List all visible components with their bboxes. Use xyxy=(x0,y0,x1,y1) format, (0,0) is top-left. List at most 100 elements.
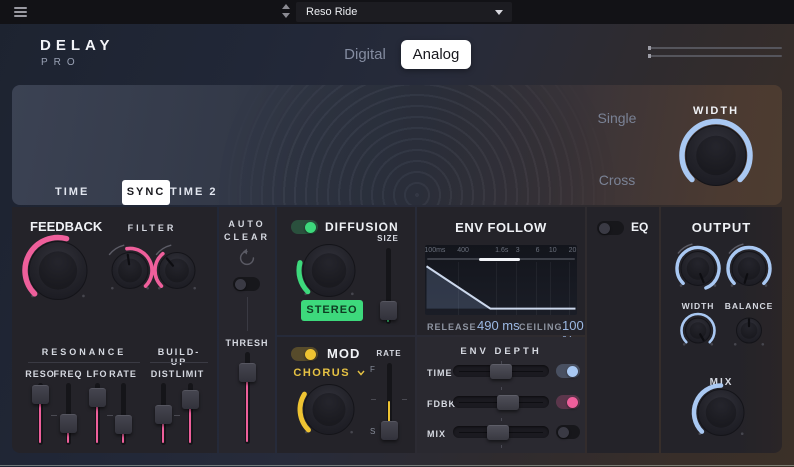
route-cross[interactable]: Cross xyxy=(587,172,647,188)
axis-tick-label: 400 xyxy=(457,247,469,254)
ceiling-label: CEILING xyxy=(519,322,563,332)
link-dash xyxy=(107,415,113,416)
mod-rate-label: RATE xyxy=(374,349,404,358)
refresh-icon[interactable] xyxy=(236,247,258,269)
feedback-knob[interactable] xyxy=(19,232,97,315)
limit-slider[interactable] xyxy=(181,383,199,445)
release-value[interactable]: 490 ms xyxy=(477,318,520,333)
autoclear-panel: AUTO CLEAR THRESH xyxy=(219,207,275,453)
output-mix-knob[interactable] xyxy=(688,380,754,451)
rate-slider[interactable] xyxy=(114,383,132,445)
output-panel: OUTPUT WIDTH BALANCE MIX xyxy=(661,207,782,453)
menu-icon[interactable] xyxy=(14,7,27,17)
env-axis: 100ms 400 1.6s 3 6 10 20 xyxy=(425,247,577,256)
axis-tick-label: 100ms xyxy=(425,247,445,254)
reso-slider[interactable] xyxy=(31,383,49,445)
limit-label: LIMIT xyxy=(172,369,208,379)
width-knob[interactable] xyxy=(676,116,756,201)
preset-name: Reso Ride xyxy=(306,6,357,18)
filter-title: FILTER xyxy=(112,223,192,233)
env-zoom-scrollbar[interactable] xyxy=(427,258,575,260)
thresh-label: THRESH xyxy=(219,338,275,348)
autoclear-title-2: CLEAR xyxy=(219,232,275,242)
stereo-badge[interactable]: STEREO xyxy=(301,300,363,321)
preset-next-icon[interactable] xyxy=(282,13,290,18)
preset-stepper xyxy=(282,4,292,20)
eq-toggle[interactable] xyxy=(597,221,624,235)
lfo-slider[interactable] xyxy=(88,383,106,445)
mode-analog-button[interactable]: Analog xyxy=(401,40,471,69)
tab-time[interactable]: TIME xyxy=(55,186,89,198)
titlebar: Reso Ride xyxy=(0,0,794,24)
mod-depth-knob[interactable] xyxy=(294,375,364,450)
axis-tick-label: 1.6s xyxy=(495,247,508,254)
env-zoom-handle[interactable] xyxy=(479,258,520,261)
diffusion-title: DIFFUSION xyxy=(325,220,399,234)
logo-delay: DELAY xyxy=(40,37,114,54)
env-mix-toggle[interactable] xyxy=(556,425,580,439)
env-time-toggle[interactable] xyxy=(556,364,580,378)
env-mix-slider[interactable] xyxy=(453,425,549,439)
divider xyxy=(247,297,248,331)
freq-slider[interactable] xyxy=(59,383,77,445)
divider xyxy=(150,362,208,363)
env-follow-panel: ENV FOLLOW 100ms 400 1.6s 3 6 10 20 RELEASE 49… xyxy=(417,207,585,335)
dist-slider[interactable] xyxy=(154,383,172,445)
feedback-panel: FEEDBACK FILTER RESONANCE BUILD-UP RESO … xyxy=(12,207,217,453)
delay-time-panel: TIME SYNC TIME 2 1/8D 1/8 Single Dual Cr… xyxy=(12,85,782,205)
thresh-slider[interactable] xyxy=(238,352,256,444)
env-depth-panel: ENV DEPTH TIME FDBK MIX xyxy=(417,337,585,453)
release-label: RELEASE xyxy=(427,322,479,332)
center-tick xyxy=(501,387,502,390)
autoclear-title-1: AUTO xyxy=(219,219,275,229)
preset-prev-icon[interactable] xyxy=(282,4,290,9)
output-level-left-knob[interactable] xyxy=(671,242,725,301)
env-follow-title: ENV FOLLOW xyxy=(417,220,585,235)
link-dash xyxy=(51,415,57,416)
filter-highpass-knob[interactable] xyxy=(149,243,205,304)
output-level-right-knob[interactable] xyxy=(722,242,776,301)
env-curve xyxy=(425,262,577,315)
mid-dash xyxy=(402,399,407,400)
tab-time2[interactable]: TIME 2 xyxy=(170,186,217,198)
output-width-knob[interactable] xyxy=(676,308,721,358)
output-meter-left xyxy=(648,47,782,49)
output-balance-knob[interactable] xyxy=(727,308,772,358)
buildup-title: BUILD-UP xyxy=(150,347,208,367)
mod-toggle[interactable] xyxy=(291,347,318,361)
tab-sync[interactable]: SYNC xyxy=(122,180,170,205)
diffusion-toggle[interactable] xyxy=(291,220,318,234)
center-tick xyxy=(501,445,502,448)
vinyl-texture xyxy=(217,85,617,205)
env-depth-title: ENV DEPTH xyxy=(417,346,585,357)
mid-dash xyxy=(371,399,376,400)
route-single[interactable]: Single xyxy=(587,110,647,126)
eq-label: EQ xyxy=(631,220,648,234)
axis-tick-label: 3 xyxy=(516,247,520,254)
chevron-down-icon xyxy=(495,10,503,15)
mode-digital-button[interactable]: Digital xyxy=(330,46,400,63)
output-meter-right xyxy=(648,55,782,57)
size-label: SIZE xyxy=(373,234,403,243)
center-tick xyxy=(501,418,502,421)
env-follow-graph[interactable]: 100ms 400 1.6s 3 6 10 20 xyxy=(425,245,577,315)
axis-tick-label: 6 xyxy=(536,247,540,254)
link-dash xyxy=(174,415,180,416)
eq-panel: EQ xyxy=(587,207,659,453)
axis-tick-label: 10 xyxy=(549,247,557,254)
env-time-slider[interactable] xyxy=(453,364,549,378)
slow-label: S xyxy=(370,427,375,436)
plugin-window: Reso Ride DELAY PRO Digital Analog TIME … xyxy=(0,0,794,467)
axis-tick-label: 20 xyxy=(569,247,577,254)
env-curve-fill xyxy=(427,266,576,308)
divider xyxy=(28,362,140,363)
preset-selector[interactable]: Reso Ride xyxy=(296,2,512,22)
mod-rate-slider[interactable] xyxy=(380,363,398,439)
diffusion-panel: DIFFUSION STEREO SIZE xyxy=(277,207,415,335)
env-fdbk-slider[interactable] xyxy=(453,395,549,409)
output-title: OUTPUT xyxy=(661,220,782,235)
size-slider[interactable] xyxy=(379,248,397,324)
autoclear-toggle[interactable] xyxy=(233,277,260,291)
mod-panel: MOD CHORUS RATE F S xyxy=(277,337,415,453)
env-fdbk-toggle[interactable] xyxy=(556,395,580,409)
